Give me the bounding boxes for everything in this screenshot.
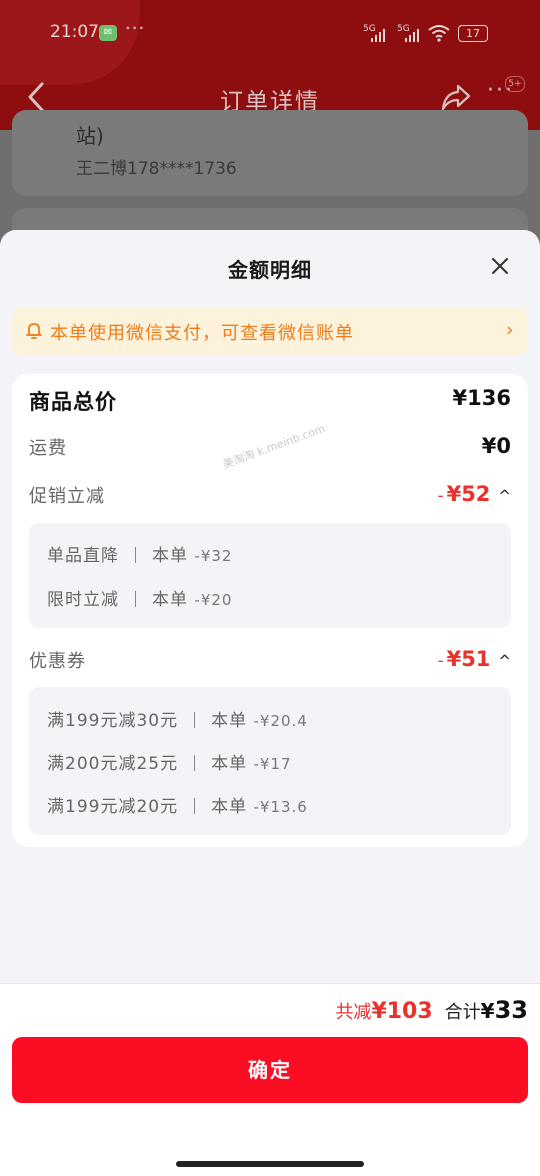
detail-amount: -¥20 [194, 591, 233, 609]
home-indicator[interactable] [176, 1161, 364, 1167]
total-currency: ¥ [480, 999, 495, 1023]
goods-total-value: ¥136 [452, 386, 511, 410]
promotion-value: - ¥52 ^ [438, 482, 511, 506]
divider [194, 712, 196, 728]
share-icon[interactable] [440, 82, 472, 112]
saved-label: 共减 [335, 1002, 372, 1023]
coupon-row[interactable]: 优惠券 - ¥51 ^ [29, 647, 511, 679]
promotion-minus: - [437, 486, 444, 505]
status-time: 21:07 [50, 22, 99, 42]
detail-name: 单品直降 [47, 546, 119, 566]
divider [135, 591, 136, 607]
sheet-title: 金额明细 [228, 258, 312, 282]
detail-name: 满200元减25元 [47, 754, 179, 774]
detail-scope: 本单 [152, 590, 188, 610]
promotion-detail-row: 限时立减 本单 -¥20 [47, 585, 232, 610]
goods-total-label: 商品总价 [29, 390, 117, 414]
detail-scope: 本单 [211, 711, 248, 731]
divider [135, 547, 136, 563]
status-dots: ··· [125, 18, 146, 39]
battery-icon: 17 [458, 25, 488, 42]
divider [194, 798, 196, 814]
detail-scope: 本单 [152, 546, 188, 566]
coupon-detail-row: 满199元减20元 本单 -¥13.6 [47, 792, 308, 817]
bell-icon [26, 323, 42, 339]
total-label: 合计 [444, 1002, 481, 1023]
wechat-icon: ✉ [99, 25, 117, 41]
status-bar: 21:07 ✉ ··· 5G 5G 17 [0, 18, 540, 52]
chevron-up-icon: ^ [498, 487, 511, 505]
detail-scope: 本单 [211, 797, 248, 817]
close-icon[interactable] [486, 252, 514, 280]
signal-bars-icon [371, 28, 385, 42]
address-card: 站) 王二博178****1736 [12, 110, 528, 196]
footer-bar: 共减¥103 合计¥33 确定 [0, 983, 540, 1176]
detail-name: 限时立减 [47, 590, 119, 610]
detail-amount: -¥32 [194, 547, 233, 565]
total-amount: 33 [494, 996, 528, 1024]
coupon-minus: - [437, 651, 444, 670]
goods-total-row: 商品总价 ¥136 [29, 386, 511, 418]
saved-amount: ¥103 [371, 999, 433, 1024]
payment-summary: 共减¥103 合计¥33 [335, 996, 528, 1024]
detail-scope: 本单 [211, 754, 248, 774]
coupon-value: - ¥51 ^ [438, 647, 511, 671]
address-text: 站) [76, 124, 104, 148]
promotion-details: 单品直降 本单 -¥32 限时立减 本单 -¥20 [29, 523, 511, 628]
message-badge: 5+ [505, 76, 525, 92]
promotion-detail-row: 单品直降 本单 -¥32 [47, 541, 232, 566]
notice-text: 本单使用微信支付，可查看微信账单 [50, 323, 354, 344]
shipping-value: ¥0 [481, 434, 511, 458]
detail-amount: -¥17 [253, 755, 292, 773]
chevron-up-icon: ^ [498, 652, 511, 670]
coupon-detail-row: 满199元减30元 本单 -¥20.4 [47, 706, 308, 731]
wechat-bill-notice[interactable]: 本单使用微信支付，可查看微信账单 › [12, 307, 528, 355]
divider [194, 755, 196, 771]
signal-bars-icon [405, 28, 419, 42]
coupon-amount: ¥51 [446, 647, 491, 671]
coupon-label: 优惠券 [29, 651, 86, 672]
shipping-label: 运费 [29, 438, 67, 459]
promotion-row[interactable]: 促销立减 - ¥52 ^ [29, 482, 511, 514]
promotion-amount: ¥52 [446, 482, 491, 506]
promotion-label: 促销立减 [29, 486, 105, 507]
coupon-detail-row: 满200元减25元 本单 -¥17 [47, 749, 292, 774]
chevron-right-icon: › [506, 319, 514, 341]
detail-amount: -¥13.6 [253, 798, 308, 816]
detail-name: 满199元减30元 [47, 711, 179, 731]
confirm-button[interactable]: 确定 [12, 1037, 528, 1103]
detail-amount: -¥20.4 [253, 712, 308, 730]
detail-name: 满199元减20元 [47, 797, 179, 817]
coupon-details: 满199元减30元 本单 -¥20.4 满200元减25元 本单 -¥17 满199… [29, 687, 511, 835]
wifi-icon [428, 25, 450, 42]
contact-text: 王二博178****1736 [76, 159, 237, 179]
